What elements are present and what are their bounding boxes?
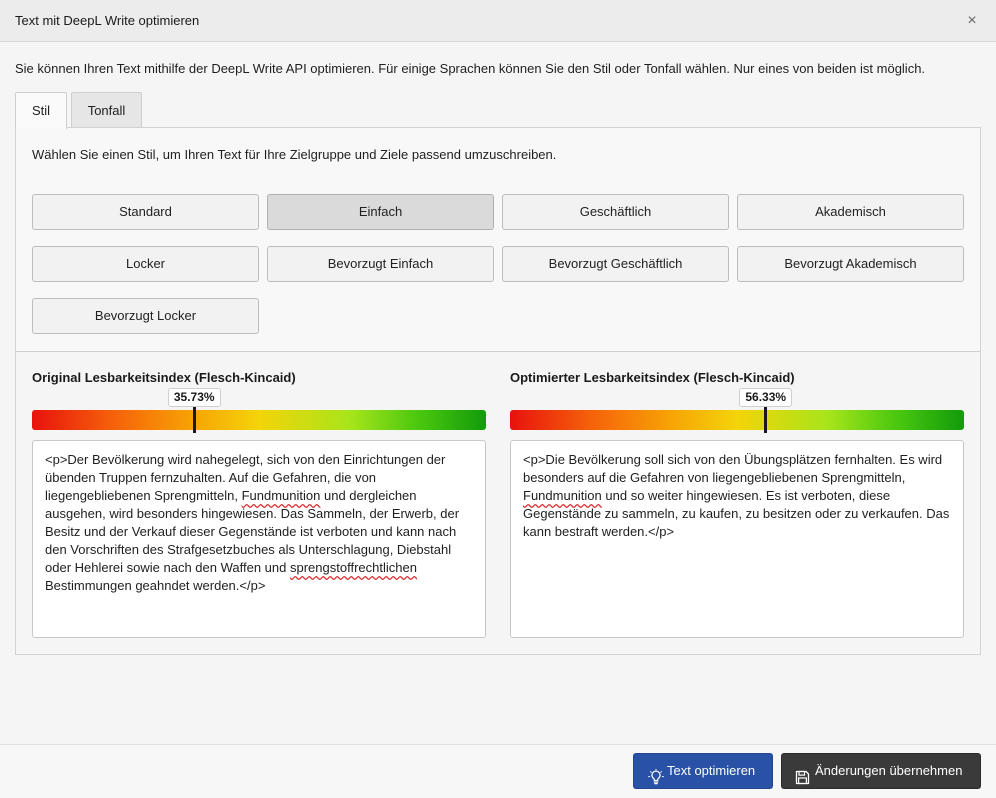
- optimize-text-label: Text optimieren: [667, 754, 755, 788]
- spelling-error-word: Fundmunition: [242, 488, 321, 503]
- style-button-akademisch[interactable]: Akademisch: [737, 194, 964, 230]
- close-button[interactable]: ×: [962, 11, 982, 31]
- dialog-header: Text mit DeepL Write optimieren ×: [0, 0, 996, 42]
- tab-tonfall[interactable]: Tonfall: [71, 92, 142, 128]
- original-text-part: Bestimmungen geahndet werden.</p>: [45, 578, 265, 593]
- style-button-bevorzugt-einfach[interactable]: Bevorzugt Einfach: [267, 246, 494, 282]
- style-description: Wählen Sie einen Stil, um Ihren Text für…: [32, 147, 556, 162]
- spelling-error-word: sprengstoffrechtlichen: [290, 560, 417, 575]
- optimized-text-area[interactable]: <p>Die Bevölkerung soll sich von den Übu…: [510, 440, 964, 638]
- optimized-readability-bar: [510, 410, 964, 430]
- lightbulb-icon: [648, 764, 664, 798]
- save-icon: [795, 764, 810, 798]
- style-section: Wählen Sie einen Stil, um Ihren Text für…: [16, 128, 980, 352]
- original-readability-value: 35.73%: [168, 388, 221, 407]
- tab-stil[interactable]: Stil: [15, 92, 67, 129]
- style-button-geschaeftlich[interactable]: Geschäftlich: [502, 194, 729, 230]
- dialog-title: Text mit DeepL Write optimieren: [15, 13, 199, 28]
- original-readability-label: Original Lesbarkeitsindex (Flesch-Kincai…: [32, 370, 296, 385]
- spelling-error-word: Fundmunition: [523, 488, 602, 503]
- optimized-text-part: <p>Die Bevölkerung soll sich von den Übu…: [523, 452, 942, 485]
- apply-changes-label: Änderungen übernehmen: [815, 754, 962, 788]
- optimized-readability-value: 56.33%: [739, 388, 792, 407]
- intro-text: Sie können Ihren Text mithilfe der DeepL…: [15, 61, 925, 76]
- optimize-text-button[interactable]: Text optimieren: [633, 753, 773, 789]
- dialog: Text mit DeepL Write optimieren × Sie kö…: [0, 0, 996, 798]
- style-button-bevorzugt-geschaeftlich[interactable]: Bevorzugt Geschäftlich: [502, 246, 729, 282]
- style-button-bevorzugt-akademisch[interactable]: Bevorzugt Akademisch: [737, 246, 964, 282]
- style-button-einfach[interactable]: Einfach: [267, 194, 494, 230]
- apply-changes-button[interactable]: Änderungen übernehmen: [781, 753, 981, 789]
- style-button-bevorzugt-locker[interactable]: Bevorzugt Locker: [32, 298, 259, 334]
- optimized-readability-marker: [764, 405, 767, 433]
- optimized-readability-label: Optimierter Lesbarkeitsindex (Flesch-Kin…: [510, 370, 795, 385]
- original-readability-marker: [193, 405, 196, 433]
- original-text-area[interactable]: <p>Der Bevölkerung wird nahegelegt, sich…: [32, 440, 486, 638]
- style-button-locker[interactable]: Locker: [32, 246, 259, 282]
- close-icon: ×: [967, 12, 976, 29]
- original-readability-bar: [32, 410, 486, 430]
- style-button-standard[interactable]: Standard: [32, 194, 259, 230]
